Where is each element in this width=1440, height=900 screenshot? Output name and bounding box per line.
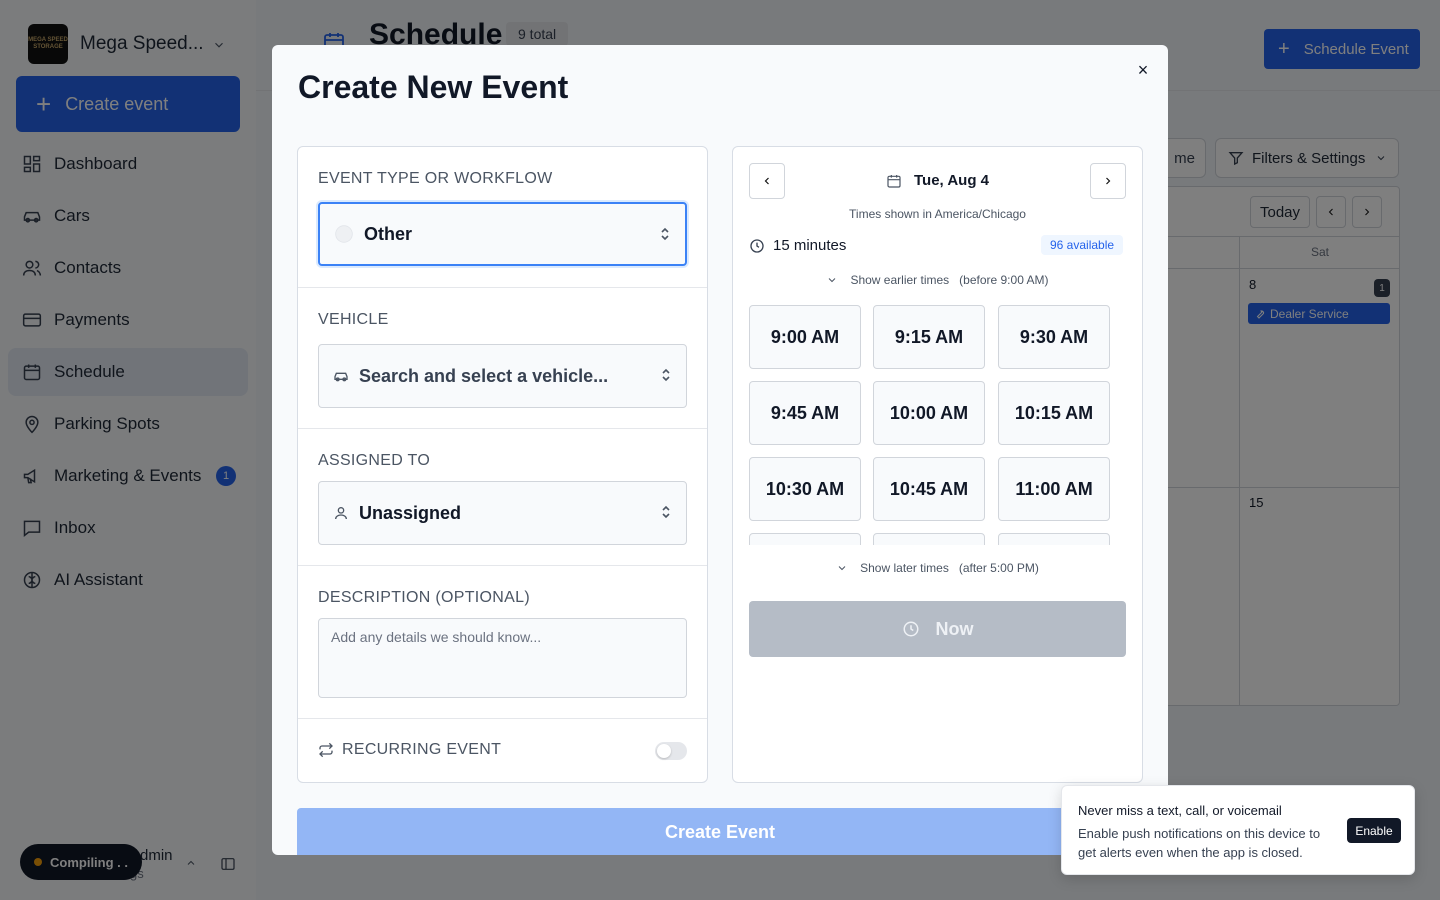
show-later-times-button[interactable]: Show later times (after 5:00 PM) (733, 561, 1142, 575)
clock-icon (903, 621, 918, 637)
selected-date: Tue, Aug 4 (733, 172, 1142, 189)
event-type-value: Other (364, 223, 413, 244)
time-picker-card: Tue, Aug 4 Times shown in America/Chicag… (732, 146, 1143, 783)
clock-icon (750, 238, 764, 253)
time-slot[interactable]: 10:15 AM (998, 381, 1110, 445)
show-earlier-label: Show earlier times (850, 273, 950, 287)
recurring-toggle[interactable] (655, 742, 687, 760)
selected-date-label: Tue, Aug 4 (914, 172, 989, 189)
repeat-icon (319, 742, 333, 758)
create-event-modal: Create New Event × EVENT TYPE OR WORKFLO… (272, 45, 1168, 855)
next-day-button[interactable] (1090, 163, 1126, 199)
assignee-value: Unassigned (359, 502, 462, 523)
modal-title: Create New Event (298, 69, 569, 105)
chevron-up-down-icon (661, 227, 669, 241)
time-slot[interactable]: 10:30 AM (749, 457, 861, 521)
chevron-up-down-icon (662, 368, 670, 382)
close-icon[interactable]: × (1134, 61, 1152, 79)
event-type-select[interactable]: Other (318, 202, 687, 266)
later-note: (after 5:00 PM) (958, 561, 1039, 575)
time-slot[interactable] (873, 533, 985, 545)
create-event-submit-button[interactable]: Create Event (297, 808, 1143, 855)
duration: 15 minutes (749, 237, 846, 254)
description-placeholder: Add any details we should know... (331, 629, 542, 645)
calendar-icon (887, 174, 901, 188)
show-later-label: Show later times (860, 561, 949, 575)
time-slot[interactable]: 9:45 AM (749, 381, 861, 445)
time-slot[interactable]: 9:15 AM (873, 305, 985, 369)
toast-title: Never miss a text, call, or voicemail (1078, 803, 1282, 818)
show-earlier-times-button[interactable]: Show earlier times (before 9:00 AM) (733, 273, 1142, 287)
user-icon (333, 505, 349, 521)
chevron-down-icon (829, 278, 836, 283)
enable-notifications-button[interactable]: Enable (1347, 818, 1401, 843)
description-section: DESCRIPTION (OPTIONAL) Add any details w… (298, 566, 707, 719)
event-type-section: EVENT TYPE OR WORKFLOW Other (298, 147, 707, 288)
description-textarea[interactable]: Add any details we should know... (318, 618, 687, 698)
duration-label: 15 minutes (773, 237, 847, 254)
chevron-down-icon (838, 566, 846, 571)
chevron-up-down-icon (662, 505, 670, 519)
earlier-note: (before 9:00 AM) (959, 273, 1049, 287)
chevron-right-icon (1106, 177, 1111, 185)
available-badge: 96 available (1041, 235, 1124, 255)
time-slot[interactable]: 9:30 AM (998, 305, 1110, 369)
toggle-knob (657, 744, 671, 758)
field-label: EVENT TYPE OR WORKFLOW (318, 170, 553, 187)
push-notification-prompt: Never miss a text, call, or voicemail En… (1061, 785, 1415, 875)
time-slot[interactable] (998, 533, 1110, 545)
recurring-row: RECURRING EVENT (318, 741, 501, 759)
event-type-icon (334, 224, 354, 244)
time-slot[interactable]: 10:45 AM (873, 457, 985, 521)
toast-body: Enable push notifications on this device… (1078, 826, 1321, 860)
assignee-select[interactable]: Unassigned (318, 481, 687, 545)
field-label: DESCRIPTION (OPTIONAL) (318, 589, 530, 606)
vehicle-select[interactable]: Search and select a vehicle... (318, 344, 687, 408)
time-slot[interactable]: 9:00 AM (749, 305, 861, 369)
vehicle-placeholder: Search and select a vehicle... (359, 365, 609, 386)
submit-label: Create Event (664, 821, 776, 842)
enable-label: Enable (1355, 823, 1393, 838)
time-slot[interactable]: 11:00 AM (998, 457, 1110, 521)
field-label: VEHICLE (318, 311, 389, 328)
recurring-label: RECURRING EVENT (342, 741, 502, 758)
vehicle-section: VEHICLE Search and select a vehicle... (298, 288, 707, 429)
now-label: Now (935, 618, 974, 639)
time-slot-grid: 9:00 AM 9:15 AM 9:30 AM 9:45 AM 10:00 AM… (749, 305, 1129, 545)
car-icon (333, 368, 349, 384)
now-button[interactable]: Now (749, 601, 1126, 657)
field-label: ASSIGNED TO (318, 452, 431, 469)
time-slot[interactable] (749, 533, 861, 545)
time-slot[interactable]: 10:00 AM (873, 381, 985, 445)
timezone-note: Times shown in America/Chicago (849, 207, 1026, 221)
event-form-card: EVENT TYPE OR WORKFLOW Other VEHICLE Sea… (297, 146, 708, 783)
assigned-section: ASSIGNED TO Unassigned (298, 429, 707, 566)
